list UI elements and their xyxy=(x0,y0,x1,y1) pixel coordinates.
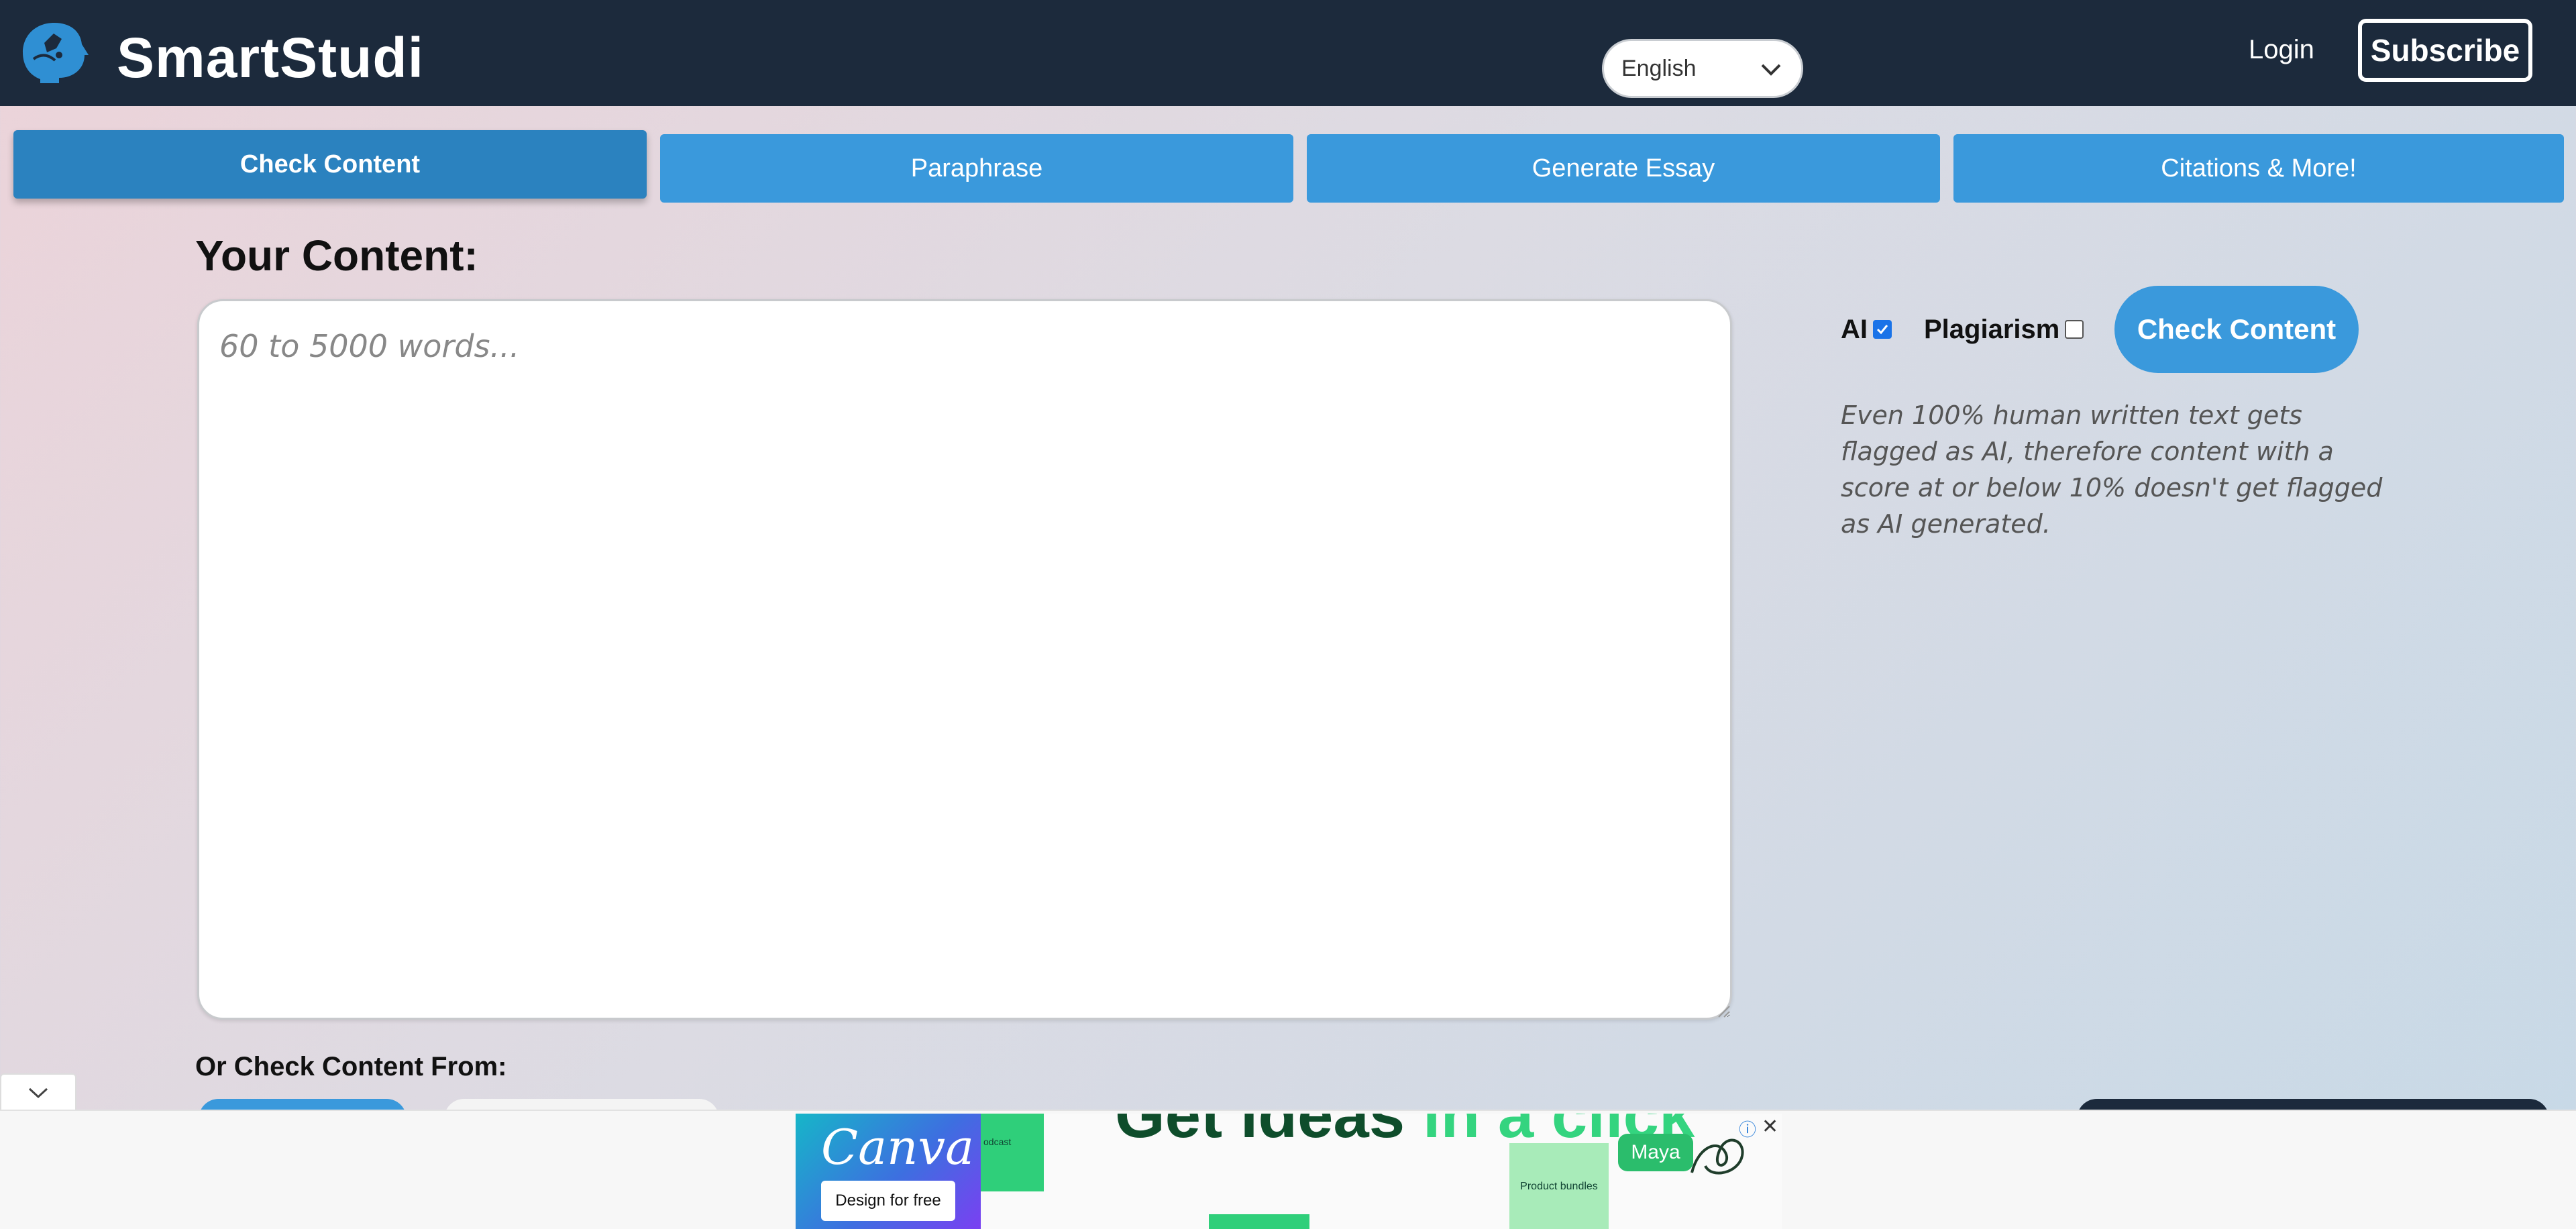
or-check-from-label: Or Check Content From: xyxy=(195,1052,507,1081)
check-options: AI Plagiarism xyxy=(1841,286,2084,373)
tab-paraphrase[interactable]: Paraphrase xyxy=(660,134,1293,203)
language-selected-value: English xyxy=(1621,55,1697,81)
plagiarism-checkbox[interactable] xyxy=(2065,320,2084,339)
brand-name[interactable]: SmartStudi xyxy=(117,25,424,91)
checkmark-icon xyxy=(1876,325,1888,335)
chevron-down-icon xyxy=(28,1087,48,1099)
content-title: Your Content: xyxy=(195,231,478,280)
subscribe-button[interactable]: Subscribe xyxy=(2358,19,2532,82)
ad-info-icon[interactable]: ⓘ xyxy=(1739,1116,1756,1141)
language-select[interactable]: English xyxy=(1602,39,1803,98)
ad-podcast-tile: odcast xyxy=(981,1114,1044,1191)
ai-label: AI xyxy=(1841,314,1868,344)
canva-advertisement[interactable]: Canva Design for free odcast Get ideas i… xyxy=(796,1114,1782,1229)
chevron-down-icon xyxy=(1761,64,1781,76)
collapse-ad-toggle[interactable] xyxy=(0,1073,76,1110)
canva-cta-button[interactable]: Design for free xyxy=(821,1181,955,1221)
check-content-button[interactable]: Check Content xyxy=(2114,286,2359,373)
top-header: SmartStudi English Login Subscribe xyxy=(0,0,2576,106)
ad-maya-badge: Maya xyxy=(1618,1134,1693,1171)
ad-close-icon[interactable]: ✕ xyxy=(1762,1115,1778,1138)
ad-green-tile xyxy=(1209,1214,1309,1229)
ad-product-bundles-tile: Product bundles xyxy=(1509,1143,1609,1229)
ad-headline-start: Get ideas xyxy=(1115,1114,1405,1151)
tab-citations[interactable]: Citations & More! xyxy=(1953,134,2564,203)
brain-head-logo-icon[interactable] xyxy=(17,19,91,86)
ai-checkbox[interactable] xyxy=(1873,320,1892,339)
login-link[interactable]: Login xyxy=(2249,35,2314,65)
plagiarism-label: Plagiarism xyxy=(1924,314,2060,344)
resize-grip-icon[interactable] xyxy=(1715,1002,1731,1018)
canva-logo: Canva xyxy=(821,1119,974,1175)
tab-check-content[interactable]: Check Content xyxy=(13,130,647,199)
canva-panel: Canva Design for free xyxy=(796,1114,981,1229)
tab-generate-essay[interactable]: Generate Essay xyxy=(1307,134,1940,203)
content-textarea[interactable] xyxy=(197,299,1732,1020)
ai-detection-note: Even 100% human written text gets flagge… xyxy=(1841,400,2383,539)
ad-banner-bar: Canva Design for free odcast Get ideas i… xyxy=(0,1110,2576,1229)
